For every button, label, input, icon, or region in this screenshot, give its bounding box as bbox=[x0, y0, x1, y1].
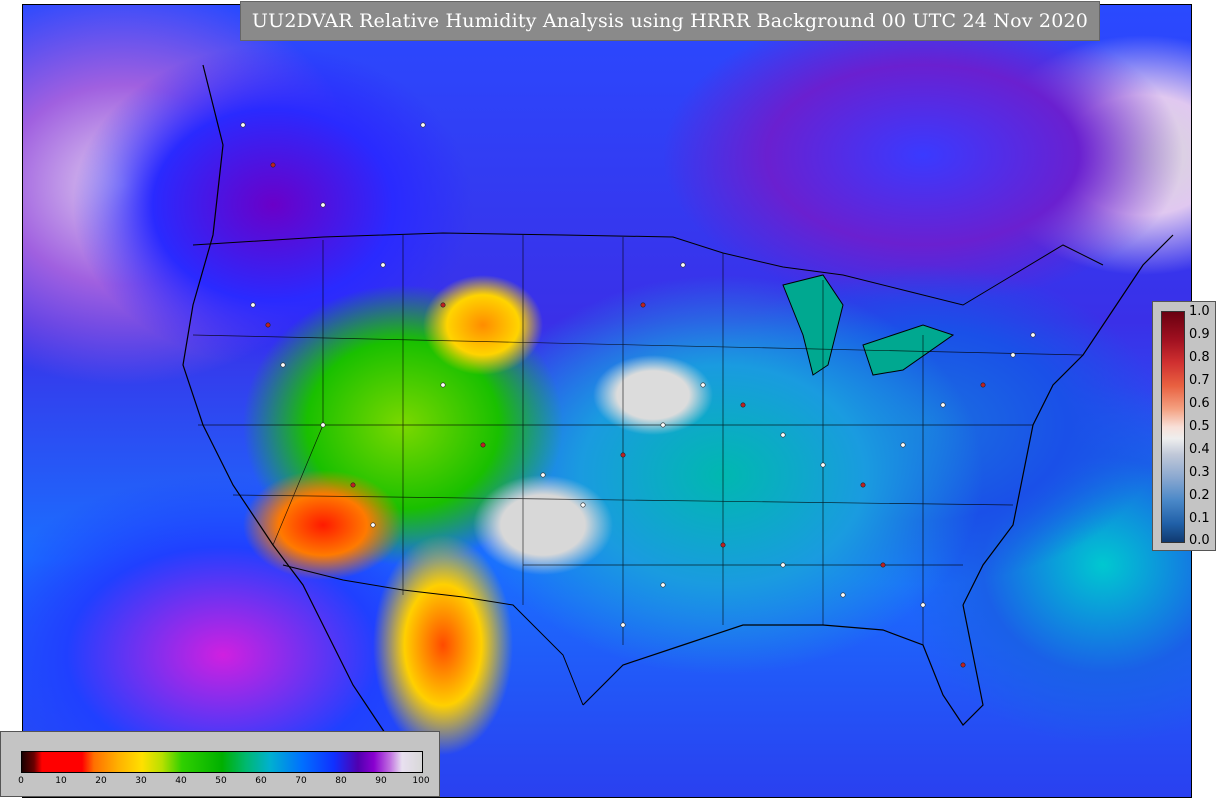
obs-tick: 1.0 bbox=[1189, 304, 1210, 319]
rh-colorbar-gradient bbox=[21, 751, 423, 773]
obs-tick: 0.6 bbox=[1189, 396, 1210, 411]
rh-tick: 70 bbox=[295, 776, 307, 786]
observation-dots bbox=[240, 122, 1036, 668]
humidity-map bbox=[22, 4, 1192, 798]
great-lakes bbox=[782, 274, 955, 376]
east-coast bbox=[962, 234, 1174, 606]
obs-tick: 0.9 bbox=[1189, 327, 1210, 342]
map-title: UU2DVAR Relative Humidity Analysis using… bbox=[251, 10, 1089, 32]
obs-tick: 0.7 bbox=[1189, 373, 1210, 388]
rh-tick: 20 bbox=[95, 776, 107, 786]
obs-tick: 0.1 bbox=[1189, 511, 1210, 526]
rh-tick: 40 bbox=[175, 776, 187, 786]
rh-tick: 80 bbox=[335, 776, 347, 786]
obs-tick: 0.2 bbox=[1189, 488, 1210, 503]
rh-tick: 90 bbox=[375, 776, 387, 786]
rh-tick: 10 bbox=[55, 776, 67, 786]
obs-tick: 0.4 bbox=[1189, 442, 1210, 457]
obs-tick: 0.5 bbox=[1189, 419, 1210, 434]
obs-tick: 0.0 bbox=[1189, 533, 1210, 548]
map-boundaries bbox=[182, 64, 1174, 796]
rh-colorbar: 0 10 20 30 40 50 60 70 80 90 100 bbox=[0, 731, 440, 797]
us-canada-border bbox=[192, 232, 1104, 306]
west-coast bbox=[182, 64, 424, 796]
rh-tick: 50 bbox=[215, 776, 227, 786]
observation-colorbar-gradient bbox=[1161, 311, 1185, 543]
observation-colorbar: 1.0 0.9 0.8 0.7 0.6 0.5 0.4 0.3 0.2 0.1 … bbox=[1152, 301, 1216, 551]
obs-tick: 0.3 bbox=[1189, 465, 1210, 480]
title-banner: UU2DVAR Relative Humidity Analysis using… bbox=[240, 1, 1100, 41]
rh-tick: 60 bbox=[255, 776, 267, 786]
state-lines bbox=[192, 235, 1084, 645]
rh-tick: 0 bbox=[18, 776, 24, 786]
obs-tick: 0.8 bbox=[1189, 350, 1210, 365]
rh-tick: 30 bbox=[135, 776, 147, 786]
rh-tick: 100 bbox=[412, 776, 430, 786]
